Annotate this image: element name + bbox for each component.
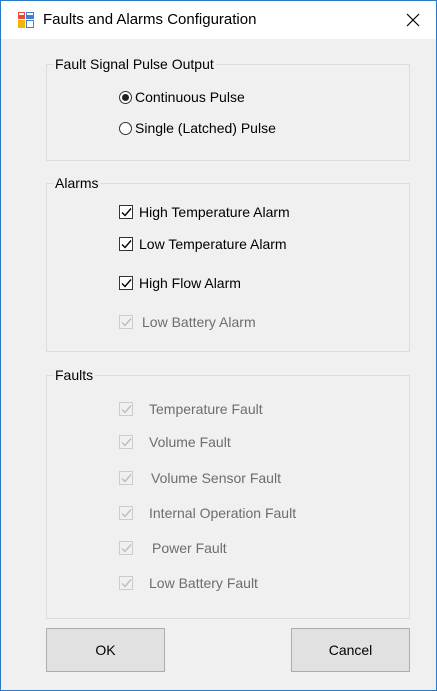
alarms-legend: Alarms	[55, 175, 99, 191]
checkmark-icon	[121, 239, 132, 249]
radio-continuous-pulse[interactable]: Continuous Pulse	[119, 87, 245, 107]
checkbox-low-battery-alarm: Low Battery Alarm	[119, 312, 256, 332]
radio-single-latched-pulse[interactable]: Single (Latched) Pulse	[119, 118, 276, 138]
checkbox-label: High Temperature Alarm	[139, 204, 290, 220]
checkbox-label: Power Fault	[152, 540, 227, 556]
ok-button[interactable]: OK	[46, 628, 165, 672]
radio-label: Continuous Pulse	[135, 89, 245, 105]
window-title: Faults and Alarms Configuration	[43, 11, 257, 28]
checkbox-label: Low Battery Alarm	[142, 314, 256, 330]
checkbox-disabled	[119, 506, 133, 520]
checkbox-disabled	[119, 471, 133, 485]
checkmark-icon	[121, 278, 132, 288]
checkbox[interactable]	[119, 237, 133, 251]
checkbox-low-battery-fault: Low Battery Fault	[119, 573, 258, 593]
checkbox-disabled	[119, 576, 133, 590]
checkmark-icon	[121, 543, 132, 553]
faults-legend: Faults	[55, 367, 94, 383]
checkmark-icon	[121, 207, 132, 217]
pulse-output-legend: Fault Signal Pulse Output	[55, 56, 214, 72]
checkbox-internal-operation-fault: Internal Operation Fault	[119, 503, 296, 523]
checkbox-temperature-fault: Temperature Fault	[119, 399, 263, 419]
radio-button[interactable]	[119, 90, 132, 104]
checkbox-label: Temperature Fault	[149, 401, 263, 417]
checkbox-label: Internal Operation Fault	[149, 505, 297, 521]
close-button[interactable]	[390, 1, 436, 39]
checkbox[interactable]	[119, 205, 133, 219]
checkmark-icon	[121, 404, 132, 414]
checkbox-disabled	[119, 435, 133, 449]
checkbox-high-temperature-alarm[interactable]: High Temperature Alarm	[119, 202, 290, 222]
radio-selected-dot	[122, 93, 129, 101]
checkbox-volume-fault: Volume Fault	[119, 432, 231, 452]
checkbox-disabled	[119, 402, 133, 416]
checkbox-volume-sensor-fault: Volume Sensor Fault	[119, 468, 281, 488]
checkbox-label: Low Temperature Alarm	[139, 236, 287, 252]
dialog-window: Faults and Alarms Configuration Fault Si…	[0, 0, 437, 691]
radio-label: Single (Latched) Pulse	[135, 120, 276, 136]
checkbox-label: High Flow Alarm	[139, 275, 241, 291]
title-bar[interactable]: Faults and Alarms Configuration	[1, 1, 436, 39]
checkmark-icon	[121, 317, 132, 327]
checkbox-power-fault: Power Fault	[119, 538, 227, 558]
checkmark-icon	[121, 437, 132, 447]
cancel-button[interactable]: Cancel	[291, 628, 410, 672]
radio-button[interactable]	[119, 121, 132, 135]
form-window-icon	[18, 12, 34, 28]
checkmark-icon	[121, 473, 132, 483]
checkbox[interactable]	[119, 276, 133, 290]
checkbox-disabled	[119, 541, 133, 555]
checkbox-label: Low Battery Fault	[149, 575, 258, 591]
checkbox-label: Volume Sensor Fault	[151, 470, 281, 486]
checkmark-icon	[121, 508, 132, 518]
checkbox-high-flow-alarm[interactable]: High Flow Alarm	[119, 273, 241, 293]
checkbox-disabled	[119, 315, 133, 329]
checkbox-label: Volume Fault	[149, 434, 231, 450]
close-icon	[406, 13, 420, 27]
pulse-output-group: Fault Signal Pulse Output	[46, 56, 410, 161]
checkmark-icon	[121, 578, 132, 588]
checkbox-low-temperature-alarm[interactable]: Low Temperature Alarm	[119, 234, 287, 254]
